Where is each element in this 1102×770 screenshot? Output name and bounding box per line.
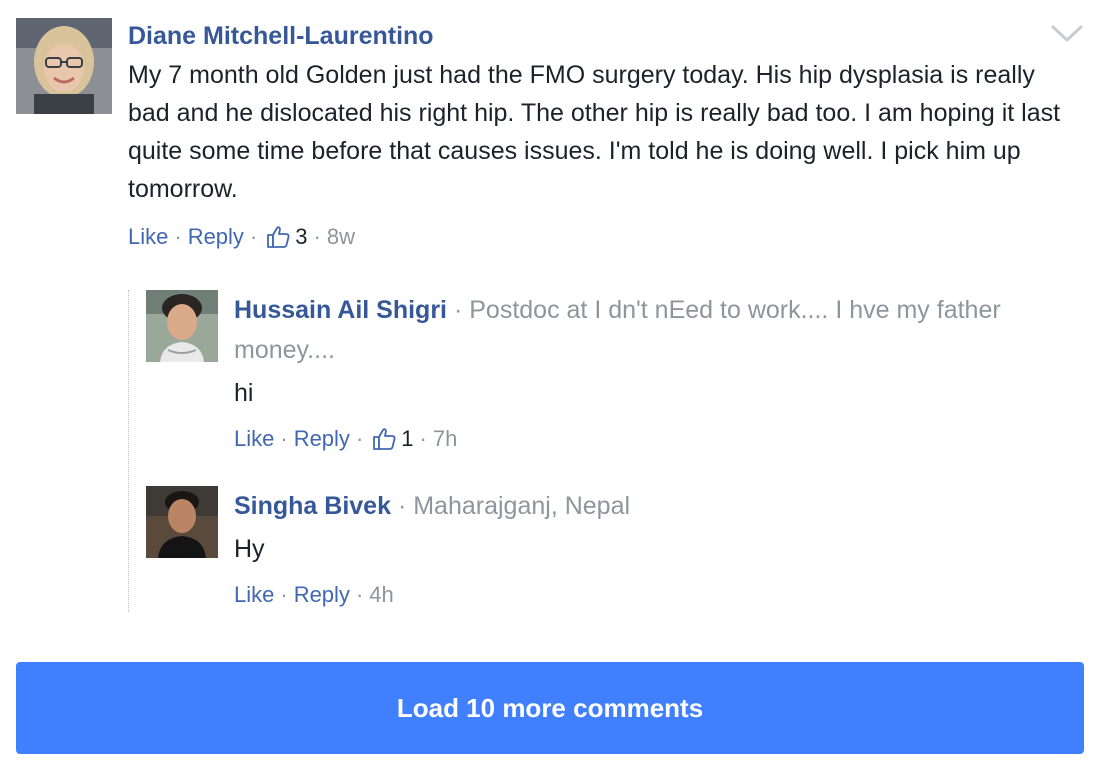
separator-dot: · — [280, 582, 288, 607]
separator-dot: · — [249, 224, 258, 249]
avatar-image — [146, 290, 218, 362]
reply-thread-line — [128, 290, 129, 612]
comment-author[interactable]: Diane Mitchell-Laurentino — [128, 18, 1078, 54]
comment-timestamp[interactable]: 8w — [327, 224, 355, 250]
avatar-image — [16, 18, 112, 114]
like-link[interactable]: Like — [234, 426, 274, 452]
separator-dot: · — [280, 426, 288, 451]
avatar-image — [146, 486, 218, 558]
thumbs-up-icon[interactable] — [265, 224, 291, 250]
separator-dot: · — [355, 426, 364, 451]
reply-content: Hussain Ail Shigri · Postdoc at I dn't n… — [234, 290, 1034, 452]
reply-link[interactable]: Reply — [294, 426, 350, 452]
reply-content: Singha Bivek · Maharajganj, Nepal Hy Lik… — [234, 486, 1034, 608]
avatar[interactable] — [16, 18, 112, 114]
avatar[interactable] — [146, 290, 218, 362]
reply-link[interactable]: Reply — [188, 224, 244, 250]
chevron-down-icon[interactable] — [1050, 22, 1084, 44]
reply-author-subtitle: Maharajganj, Nepal — [413, 492, 631, 520]
comment-text: My 7 month old Golden just had the FMO s… — [128, 61, 1061, 203]
like-count[interactable]: 3 — [295, 224, 307, 250]
separator-dot: · — [419, 426, 427, 451]
reply-link[interactable]: Reply — [294, 582, 350, 608]
thumbs-up-icon[interactable] — [371, 426, 397, 452]
reply-author[interactable]: Singha Bivek — [234, 492, 391, 520]
comment-actions: Like · Reply · 3 · 8w — [128, 224, 1078, 250]
reply-header: Singha Bivek · Maharajganj, Nepal — [234, 486, 1034, 526]
reply-text: hi — [234, 379, 254, 407]
main-comment: Diane Mitchell-Laurentino My 7 month old… — [16, 18, 1086, 268]
reply-text: Hy — [234, 535, 265, 563]
reply-actions: Like · Reply · 4h — [234, 582, 1034, 608]
reply-author[interactable]: Hussain Ail Shigri — [234, 296, 447, 324]
reply-header: Hussain Ail Shigri · Postdoc at I dn't n… — [234, 290, 1034, 370]
like-count[interactable]: 1 — [401, 426, 413, 452]
like-link[interactable]: Like — [234, 582, 274, 608]
separator-dot: · — [313, 224, 321, 249]
separator-dot: · — [397, 492, 414, 520]
separator-dot: · — [453, 296, 470, 324]
load-more-comments-button[interactable]: Load 10 more comments — [16, 662, 1084, 754]
like-link[interactable]: Like — [128, 224, 168, 250]
avatar[interactable] — [146, 486, 218, 558]
reply-timestamp[interactable]: 7h — [433, 426, 457, 452]
separator-dot: · — [355, 582, 364, 607]
reply-actions: Like · Reply · 1 · 7h — [234, 426, 1034, 452]
comment-content: Diane Mitchell-Laurentino My 7 month old… — [128, 18, 1078, 250]
reply-timestamp[interactable]: 4h — [369, 582, 393, 608]
separator-dot: · — [174, 224, 182, 249]
